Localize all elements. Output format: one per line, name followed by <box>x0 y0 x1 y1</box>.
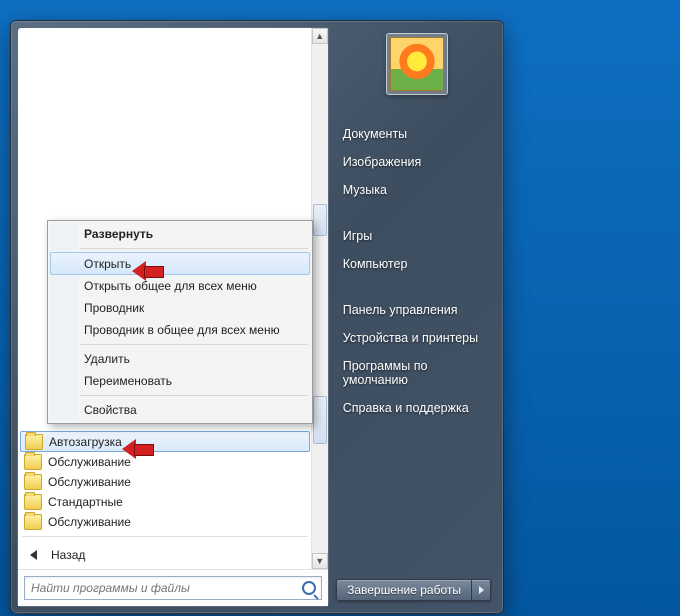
link-games[interactable]: Игры <box>341 223 493 249</box>
back-arrow-icon <box>30 550 37 560</box>
link-computer[interactable]: Компьютер <box>341 251 493 277</box>
search-box[interactable] <box>24 576 322 600</box>
folder-icon <box>24 474 42 490</box>
context-menu-item-delete[interactable]: Удалить <box>50 348 310 370</box>
chevron-right-icon <box>479 586 484 594</box>
scroll-up-button[interactable]: ▲ <box>312 28 328 44</box>
context-menu-item-rename[interactable]: Переименовать <box>50 370 310 392</box>
divider <box>80 344 308 345</box>
desktop: ▲ ▼ Автозагрузка Обслуживание <box>0 0 680 616</box>
back-label: Назад <box>51 548 85 562</box>
folder-item[interactable]: Обслуживание <box>20 472 310 492</box>
divider <box>80 248 308 249</box>
back-button[interactable]: Назад <box>20 541 310 569</box>
search-input[interactable] <box>25 581 297 595</box>
link-default-programs[interactable]: Программы по умолчанию <box>341 353 493 393</box>
folder-icon <box>24 514 42 530</box>
scroll-thumb[interactable] <box>313 396 327 444</box>
user-avatar <box>390 37 444 91</box>
link-pictures[interactable]: Изображения <box>341 149 493 175</box>
folder-label: Обслуживание <box>48 455 131 469</box>
folder-item[interactable]: Стандартные <box>20 492 310 512</box>
folder-label: Обслуживание <box>48 515 131 529</box>
link-music[interactable]: Музыка <box>341 177 493 203</box>
spacer <box>341 279 493 295</box>
folder-list: Автозагрузка Обслуживание Обслуживание С… <box>18 431 312 569</box>
scrollbar[interactable]: ▲ ▼ <box>311 28 328 569</box>
context-menu-item[interactable]: Проводник в общее для всех меню <box>50 319 310 341</box>
annotation-arrow-icon <box>132 262 162 280</box>
folder-icon <box>25 434 43 450</box>
folder-label: Стандартные <box>48 495 123 509</box>
context-menu-item[interactable]: Открыть общее для всех меню <box>50 275 310 297</box>
start-menu-right-pane: Документы Изображения Музыка Игры Компью… <box>329 27 497 607</box>
scroll-track[interactable] <box>312 44 328 553</box>
context-menu-item-properties[interactable]: Свойства <box>50 399 310 421</box>
folder-item[interactable]: Обслуживание <box>20 452 310 472</box>
link-control-panel[interactable]: Панель управления <box>341 297 493 323</box>
context-menu-item[interactable]: Проводник <box>50 297 310 319</box>
divider <box>80 395 308 396</box>
folder-item[interactable]: Обслуживание <box>20 512 310 532</box>
shutdown-area: Завершение работы <box>336 579 491 601</box>
folder-label: Автозагрузка <box>49 435 122 449</box>
folder-label: Обслуживание <box>48 475 131 489</box>
scroll-down-button[interactable]: ▼ <box>312 553 328 569</box>
context-menu-default-item[interactable]: Развернуть <box>50 223 310 245</box>
divider <box>22 536 308 537</box>
folder-icon <box>24 454 42 470</box>
shutdown-options-button[interactable] <box>471 579 491 601</box>
search-button[interactable] <box>297 581 321 595</box>
context-menu: Развернуть Открыть Открыть общее для все… <box>47 220 313 424</box>
shutdown-button[interactable]: Завершение работы <box>336 579 471 601</box>
context-menu-item-open[interactable]: Открыть <box>50 252 310 275</box>
annotation-arrow-icon <box>122 440 152 458</box>
search-area <box>18 569 328 606</box>
scroll-thumb[interactable] <box>313 204 327 236</box>
right-links-group: Документы Изображения Музыка Игры Компью… <box>341 121 493 421</box>
search-icon <box>302 581 316 595</box>
link-devices-printers[interactable]: Устройства и принтеры <box>341 325 493 351</box>
folder-item-autostart[interactable]: Автозагрузка <box>20 431 310 452</box>
user-avatar-frame[interactable] <box>386 33 448 95</box>
link-help-support[interactable]: Справка и поддержка <box>341 395 493 421</box>
folder-icon <box>24 494 42 510</box>
spacer <box>341 205 493 221</box>
link-documents[interactable]: Документы <box>341 121 493 147</box>
